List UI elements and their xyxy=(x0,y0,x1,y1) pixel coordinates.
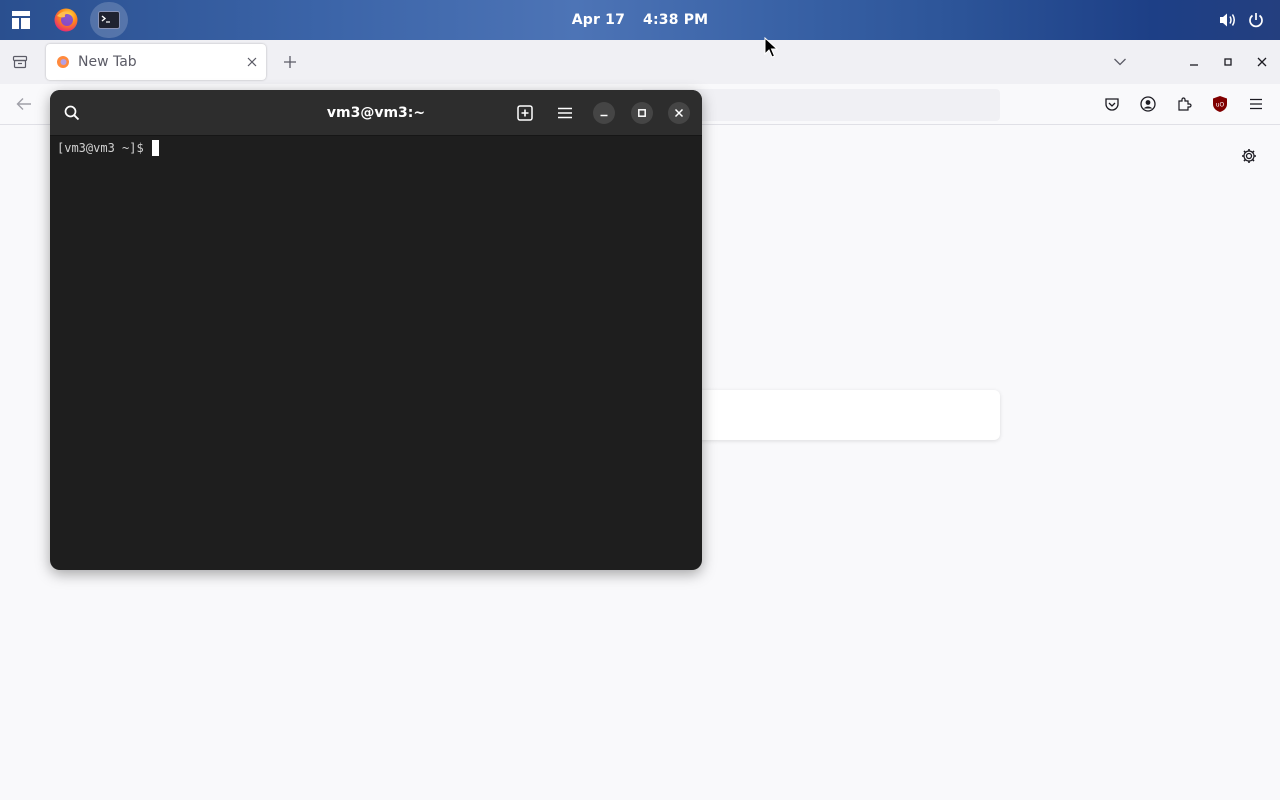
terminal-output[interactable]: [vm3@vm3 ~]$ xyxy=(50,137,702,570)
system-top-bar: Apr 17 4:38 PM xyxy=(0,0,1280,40)
terminal-prompt-line: [vm3@vm3 ~]$ xyxy=(57,139,695,157)
maximize-icon xyxy=(638,109,646,117)
pocket-button[interactable] xyxy=(1098,90,1126,118)
list-all-tabs-button[interactable] xyxy=(1106,48,1134,76)
volume-button[interactable] xyxy=(1216,8,1240,32)
minimize-icon xyxy=(600,114,608,117)
new-tab-icon xyxy=(517,105,533,121)
firefox-maximize-button[interactable] xyxy=(1214,48,1242,76)
ublock-button[interactable]: uO xyxy=(1206,90,1234,118)
terminal-new-tab-button[interactable] xyxy=(511,99,539,127)
close-icon xyxy=(247,57,257,67)
new-tab-button[interactable] xyxy=(276,48,304,76)
firefox-logo-icon xyxy=(54,8,78,32)
tab-new-tab[interactable]: New Tab xyxy=(46,44,266,80)
svg-text:uO: uO xyxy=(1216,102,1225,109)
activities-grid-icon xyxy=(12,11,30,29)
firefox-view-button[interactable] xyxy=(6,48,34,76)
account-button[interactable] xyxy=(1134,90,1162,118)
firefox-minimize-button[interactable] xyxy=(1180,48,1208,76)
terminal-maximize-button[interactable] xyxy=(631,102,653,124)
volume-icon xyxy=(1220,13,1235,27)
hamburger-menu-icon xyxy=(558,107,572,119)
shell-prompt: [vm3@vm3 ~]$ xyxy=(57,141,144,155)
power-button[interactable] xyxy=(1244,8,1268,32)
activities-button[interactable] xyxy=(2,2,40,38)
terminal-header-bar[interactable]: vm3@vm3:~ xyxy=(50,90,702,136)
terminal-icon xyxy=(98,11,120,29)
clock-time: 4:38 PM xyxy=(643,12,709,28)
extensions-icon xyxy=(1178,97,1192,111)
clock-date: Apr 17 xyxy=(571,12,626,28)
app-menu-button[interactable] xyxy=(1242,90,1270,118)
personalize-button[interactable] xyxy=(1235,142,1263,170)
close-icon xyxy=(1257,57,1267,67)
account-icon xyxy=(1140,96,1156,112)
pocket-icon xyxy=(1105,98,1119,111)
menu-icon xyxy=(1250,98,1262,110)
tab-title: New Tab xyxy=(78,54,137,70)
terminal-close-button[interactable] xyxy=(668,102,690,124)
back-button[interactable] xyxy=(10,90,38,118)
gear-icon xyxy=(1242,149,1256,163)
chevron-down-icon xyxy=(1114,58,1126,66)
ublock-icon: uO xyxy=(1213,96,1227,112)
plus-icon xyxy=(284,56,296,68)
clock[interactable]: Apr 17 4:38 PM xyxy=(0,0,1280,40)
terminal-launcher[interactable] xyxy=(90,2,128,38)
terminal-minimize-button[interactable] xyxy=(593,102,615,124)
tab-close-button[interactable] xyxy=(238,57,266,67)
text-cursor xyxy=(151,140,159,156)
terminal-window: vm3@vm3:~ [vm3@vm3 ~]$ xyxy=(50,90,702,570)
minimize-icon xyxy=(1190,64,1198,66)
firefox-favicon-icon xyxy=(57,56,69,68)
maximize-icon xyxy=(1224,58,1232,66)
firefox-close-button[interactable] xyxy=(1248,48,1276,76)
power-icon xyxy=(1249,13,1263,28)
mouse-pointer-icon xyxy=(764,37,778,58)
firefox-tab-bar: New Tab xyxy=(0,40,1280,84)
terminal-search-button[interactable] xyxy=(58,99,86,127)
terminal-menu-button[interactable] xyxy=(551,99,579,127)
extensions-button[interactable] xyxy=(1170,90,1198,118)
back-arrow-icon xyxy=(16,98,31,110)
close-icon xyxy=(674,108,684,118)
search-icon xyxy=(64,105,80,121)
firefox-view-icon xyxy=(12,55,28,69)
firefox-launcher[interactable] xyxy=(47,2,85,38)
